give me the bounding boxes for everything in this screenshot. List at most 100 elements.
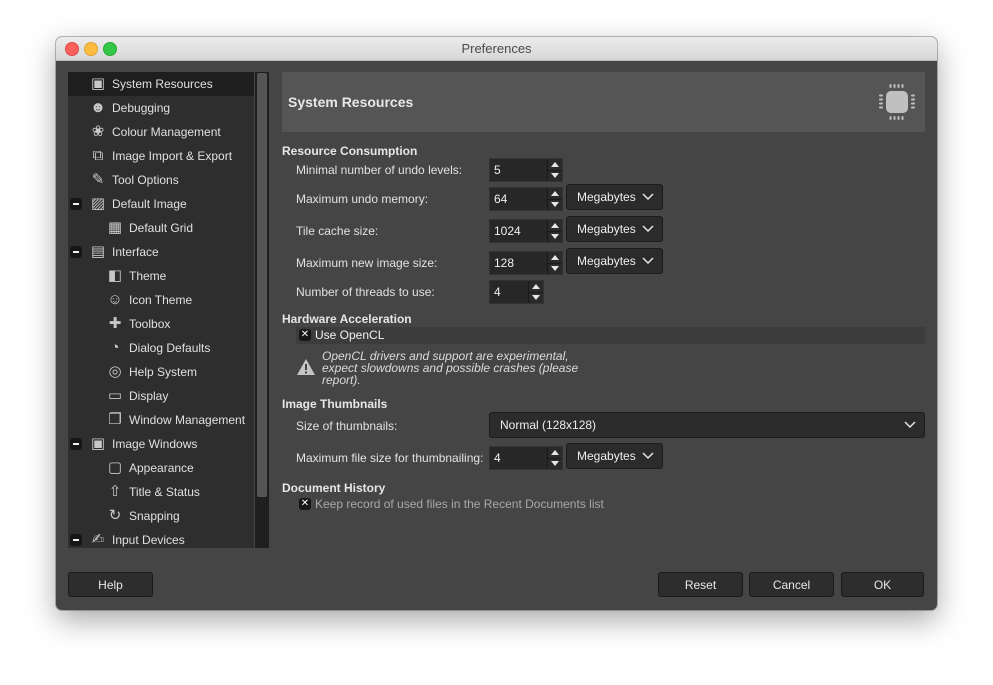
sidebar-scrollbar-thumb[interactable] <box>257 73 267 497</box>
section-resource-consumption: Resource Consumption <box>282 144 418 158</box>
preferences-window: Preferences ▣ System Resources ☻ Debugging ❀… <box>56 37 937 610</box>
new-image-size-unit-dropdown[interactable]: Megabytes <box>566 248 663 274</box>
page-header: System Resources <box>282 72 925 132</box>
sidebar-item-icon-theme[interactable]: ☺ Icon Theme <box>68 288 254 312</box>
threads-label: Number of threads to use: <box>296 285 435 299</box>
page-title: System Resources <box>288 94 414 110</box>
decrement-button[interactable] <box>548 199 562 210</box>
sidebar-item-appearance[interactable]: ▢ Appearance <box>68 456 254 480</box>
sidebar-item-system-resources[interactable]: ▣ System Resources <box>68 72 254 96</box>
tile-cache-value[interactable]: 1024 <box>494 224 521 238</box>
sidebar-item-default-image[interactable]: ▨ Default Image <box>68 192 254 216</box>
sidebar-item-image-import-export[interactable]: ⧉ Image Import & Export <box>68 144 254 168</box>
sidebar-scrollbar[interactable] <box>255 72 269 548</box>
cancel-button[interactable]: Cancel <box>749 572 834 597</box>
appearance-ruler-icon: ▢ <box>107 459 123 476</box>
chevron-down-icon <box>904 421 916 429</box>
decrement-button[interactable] <box>548 170 562 181</box>
new-image-size-spinner[interactable]: 128 <box>489 251 563 275</box>
lifebuoy-icon: ◎ <box>108 363 122 380</box>
title-bar: Preferences <box>56 37 937 61</box>
tile-cache-label: Tile cache size: <box>296 224 379 238</box>
grid-icon: ▦ <box>107 219 123 236</box>
keep-record-row[interactable]: ✕ Keep record of used files in the Recen… <box>296 496 696 513</box>
decrement-button[interactable] <box>548 263 562 274</box>
sidebar-item-display[interactable]: ▭ Display <box>68 384 254 408</box>
threads-value[interactable]: 4 <box>494 285 501 299</box>
collapse-toggle-icon[interactable] <box>70 198 82 210</box>
image-window-icon: ▣ <box>90 435 106 452</box>
sidebar-item-window-management[interactable]: ❐ Window Management <box>68 408 254 432</box>
sidebar-item-interface[interactable]: ▤ Interface <box>68 240 254 264</box>
thumbnail-size-dropdown[interactable]: Normal (128x128) <box>489 412 925 438</box>
window-management-icon: ❐ <box>108 411 122 428</box>
new-image-size-value[interactable]: 128 <box>494 256 514 270</box>
threads-spinner[interactable]: 4 <box>489 280 544 304</box>
undo-levels-value[interactable]: 5 <box>494 163 501 177</box>
sidebar-item-label: Interface <box>112 245 159 259</box>
sidebar-item-label: Colour Management <box>112 125 221 139</box>
chevron-down-icon <box>642 225 654 233</box>
thumbnail-max-file-size-value[interactable]: 4 <box>494 451 501 465</box>
keep-record-label[interactable]: Keep record of used files in the Recent … <box>315 497 604 511</box>
sidebar-item-input-devices[interactable]: ✍ Input Devices <box>68 528 254 548</box>
sidebar-item-label: Image Import & Export <box>112 149 233 163</box>
sidebar-item-label: Snapping <box>129 509 180 523</box>
sidebar-item-title-status[interactable]: ⇧ Title & Status <box>68 480 254 504</box>
interface-icon: ▤ <box>90 243 106 260</box>
decrement-button[interactable] <box>529 292 543 303</box>
wilber-icon: ☻ <box>90 99 106 116</box>
undo-memory-value[interactable]: 64 <box>494 192 507 206</box>
unit-value: Megabytes <box>577 190 636 204</box>
sidebar-item-label: Toolbox <box>129 317 171 331</box>
undo-levels-spinner[interactable]: 5 <box>489 158 563 182</box>
sidebar-item-label: Display <box>129 389 169 403</box>
keep-record-checkbox[interactable]: ✕ <box>299 498 311 510</box>
tile-cache-spinner[interactable]: 1024 <box>489 219 563 243</box>
decrement-button[interactable] <box>548 458 562 469</box>
sidebar-item-dialog-defaults[interactable]: ◔ Dialog Defaults <box>68 336 254 360</box>
sidebar-item-theme[interactable]: ◧ Theme <box>68 264 254 288</box>
help-button[interactable]: Help <box>68 572 153 597</box>
chevron-down-icon <box>642 452 654 460</box>
sidebar-item-label: Default Image <box>112 197 187 211</box>
thumbnail-size-label: Size of thumbnails: <box>296 419 398 433</box>
decrement-button[interactable] <box>548 231 562 242</box>
sidebar-item-default-grid[interactable]: ▦ Default Grid <box>68 216 254 240</box>
reset-button[interactable]: Reset <box>658 572 743 597</box>
sidebar-item-label: Icon Theme <box>129 293 193 307</box>
thumbnail-max-file-size-label: Maximum file size for thumbnailing: <box>296 451 484 465</box>
import-export-icon: ⧉ <box>92 147 104 164</box>
unit-value: Megabytes <box>577 449 636 463</box>
thumbnail-size-value: Normal (128x128) <box>500 418 597 432</box>
sidebar-item-colour-management[interactable]: ❀ Colour Management <box>68 120 254 144</box>
undo-memory-unit-dropdown[interactable]: Megabytes <box>566 184 663 210</box>
use-opencl-label[interactable]: Use OpenCL <box>315 328 384 342</box>
sidebar-item-label: Dialog Defaults <box>129 341 211 355</box>
sidebar-item-snapping[interactable]: ↻ Snapping <box>68 504 254 528</box>
section-image-thumbnails: Image Thumbnails <box>282 397 388 411</box>
preferences-category-tree: ▣ System Resources ☻ Debugging ❀ Colour Manag… <box>68 72 254 548</box>
window-title: Preferences <box>461 41 532 56</box>
sidebar-item-label: Image Windows <box>112 437 198 451</box>
sidebar-item-debugging[interactable]: ☻ Debugging <box>68 96 254 120</box>
thumbnail-max-file-size-unit-dropdown[interactable]: Megabytes <box>566 443 663 469</box>
sidebar-item-label: Appearance <box>129 461 194 475</box>
use-opencl-checkbox[interactable]: ✕ <box>299 329 311 341</box>
ok-button[interactable]: OK <box>841 572 924 597</box>
sidebar-item-tool-options[interactable]: ✎ Tool Options <box>68 168 254 192</box>
sidebar-item-toolbox[interactable]: ✚ Toolbox <box>68 312 254 336</box>
collapse-toggle-icon[interactable] <box>70 534 82 546</box>
cpu-chip-icon <box>879 84 915 120</box>
collapse-toggle-icon[interactable] <box>70 438 82 450</box>
toolbox-icon: ✚ <box>108 315 122 332</box>
use-opencl-row[interactable]: ✕ Use OpenCL <box>296 327 925 344</box>
sidebar-item-help-system[interactable]: ◎ Help System <box>68 360 254 384</box>
unit-value: Megabytes <box>577 222 636 236</box>
opencl-warning-text: OpenCL drivers and support are experimen… <box>322 349 579 387</box>
tile-cache-unit-dropdown[interactable]: Megabytes <box>566 216 663 242</box>
collapse-toggle-icon[interactable] <box>70 246 82 258</box>
sidebar-item-image-windows[interactable]: ▣ Image Windows <box>68 432 254 456</box>
undo-memory-spinner[interactable]: 64 <box>489 187 563 211</box>
thumbnail-max-file-size-spinner[interactable]: 4 <box>489 446 563 470</box>
